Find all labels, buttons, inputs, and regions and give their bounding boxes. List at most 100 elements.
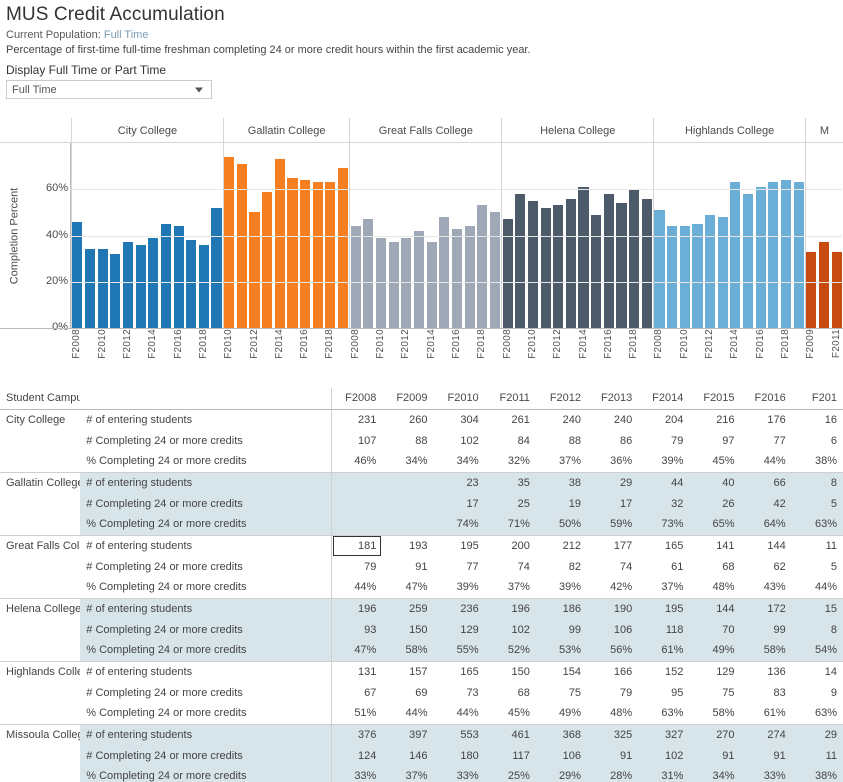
table-column-header[interactable]: F2016	[740, 388, 792, 410]
table-cell[interactable]: 67	[330, 682, 383, 703]
table-cell[interactable]: 124	[330, 745, 383, 766]
table-campus-label[interactable]	[0, 514, 81, 536]
table-cell[interactable]: 55%	[433, 640, 485, 662]
table-cell[interactable]: 44%	[382, 703, 434, 725]
table-campus-label[interactable]	[0, 766, 81, 782]
table-cell[interactable]: 102	[484, 619, 536, 640]
table-cell[interactable]: 270	[689, 724, 741, 745]
bar[interactable]	[717, 217, 728, 328]
bar[interactable]	[565, 198, 576, 328]
table-cell[interactable]: 240	[535, 409, 588, 430]
bar[interactable]	[325, 182, 336, 328]
table-cell[interactable]: 99	[740, 619, 792, 640]
table-cell[interactable]: 5	[791, 556, 843, 577]
table-campus-label[interactable]	[0, 451, 81, 473]
bar[interactable]	[464, 226, 475, 328]
table-cell[interactable]: 61%	[740, 703, 792, 725]
table-column-header[interactable]: F2010	[433, 388, 485, 410]
table-cell[interactable]: 553	[433, 724, 485, 745]
table-cell[interactable]: 195	[638, 598, 690, 619]
bar[interactable]	[413, 230, 425, 328]
table-cell[interactable]: 17	[433, 493, 485, 514]
bar[interactable]	[300, 180, 311, 328]
table-cell[interactable]: 50%	[535, 514, 588, 536]
table-cell[interactable]: 260	[382, 409, 434, 430]
bar[interactable]	[793, 182, 804, 328]
table-cell[interactable]: 56%	[587, 640, 639, 662]
chart-group-header-helena-college[interactable]: Helena College	[501, 118, 653, 143]
table-campus-label[interactable]	[0, 493, 81, 514]
bar[interactable]	[477, 205, 488, 328]
chart-group-header-city-college[interactable]: City College	[71, 118, 223, 143]
table-cell[interactable]: 37%	[638, 577, 690, 599]
table-cell[interactable]: 129	[689, 661, 741, 682]
table-cell[interactable]: 144	[740, 535, 792, 556]
table-cell[interactable]: 62	[740, 556, 792, 577]
table-cell[interactable]: 97	[689, 430, 741, 451]
table-cell[interactable]: 68	[484, 682, 536, 703]
bar[interactable]	[262, 191, 273, 328]
table-cell[interactable]: 84	[484, 430, 536, 451]
table-campus-label[interactable]: Great Falls College	[0, 535, 81, 556]
table-cell[interactable]: 95	[638, 682, 690, 703]
table-cell[interactable]: 150	[484, 661, 536, 682]
table-cell[interactable]: 47%	[330, 640, 383, 662]
table-cell[interactable]: 77	[433, 556, 485, 577]
bar[interactable]	[211, 207, 222, 328]
bar[interactable]	[616, 203, 627, 328]
table-cell[interactable]: 29	[791, 724, 843, 745]
table-cell[interactable]: 261	[484, 409, 536, 430]
table-cell[interactable]: 48%	[689, 577, 741, 599]
bar[interactable]	[692, 223, 703, 328]
table-cell[interactable]: 461	[484, 724, 536, 745]
table-cell[interactable]: 44%	[330, 577, 383, 599]
bar[interactable]	[426, 242, 437, 328]
table-cell[interactable]: 71%	[484, 514, 536, 536]
table-cell[interactable]: 181	[330, 535, 383, 556]
table-cell[interactable]: 38%	[791, 766, 843, 782]
table-cell[interactable]: 212	[535, 535, 588, 556]
table-column-header[interactable]: F2015	[689, 388, 741, 410]
bar[interactable]	[350, 226, 361, 328]
bar[interactable]	[274, 159, 285, 328]
bar[interactable]	[806, 251, 817, 328]
table-cell[interactable]: 75	[535, 682, 588, 703]
table-cell[interactable]: 58%	[689, 703, 741, 725]
table-cell[interactable]: 165	[638, 535, 690, 556]
table-cell[interactable]: 44%	[740, 451, 792, 473]
table-cell[interactable]: 38%	[791, 451, 843, 473]
table-cell[interactable]: 25%	[484, 766, 536, 782]
table-cell[interactable]: 11	[791, 745, 843, 766]
table-cell[interactable]: 176	[740, 409, 792, 430]
bar[interactable]	[515, 193, 526, 328]
table-cell[interactable]	[382, 514, 434, 536]
table-cell[interactable]: 15	[791, 598, 843, 619]
bar[interactable]	[312, 182, 323, 328]
table-cell[interactable]: 82	[535, 556, 588, 577]
bar[interactable]	[591, 214, 602, 328]
table-cell[interactable]: 69	[382, 682, 434, 703]
table-cell[interactable]: 106	[587, 619, 639, 640]
table-campus-label[interactable]: Missoula College	[0, 724, 81, 745]
bar[interactable]	[679, 226, 690, 328]
table-cell[interactable]: 146	[382, 745, 434, 766]
table-cell[interactable]: 102	[638, 745, 690, 766]
table-cell[interactable]	[382, 472, 434, 493]
table-cell[interactable]: 26	[689, 493, 741, 514]
table-cell[interactable]: 36%	[587, 451, 639, 473]
table-cell[interactable]: 9	[791, 682, 843, 703]
table-cell[interactable]	[330, 472, 383, 493]
table-cell[interactable]	[382, 493, 434, 514]
table-cell[interactable]: 325	[587, 724, 639, 745]
table-cell[interactable]: 144	[689, 598, 741, 619]
table-cell[interactable]: 327	[638, 724, 690, 745]
table-cell[interactable]: 19	[535, 493, 588, 514]
table-cell[interactable]: 74	[484, 556, 536, 577]
table-cell[interactable]: 63%	[791, 703, 843, 725]
table-cell[interactable]: 88	[535, 430, 588, 451]
table-campus-label[interactable]	[0, 745, 81, 766]
table-cell[interactable]: 63%	[791, 514, 843, 536]
table-cell[interactable]: 28%	[587, 766, 639, 782]
table-cell[interactable]: 91	[382, 556, 434, 577]
table-cell[interactable]: 91	[740, 745, 792, 766]
